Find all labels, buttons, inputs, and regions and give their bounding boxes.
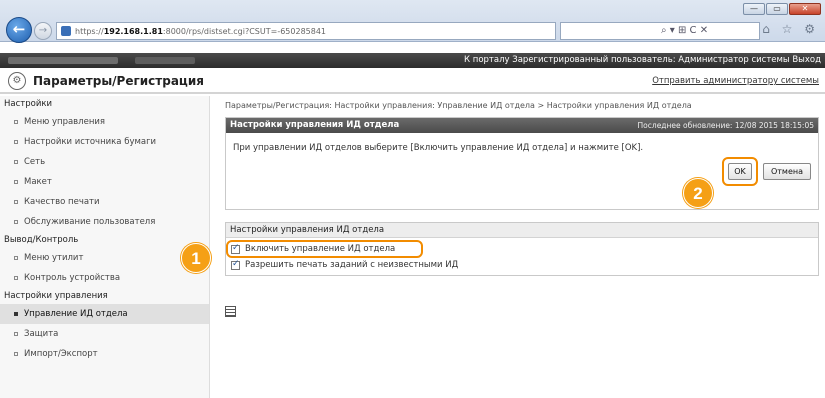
page-title: Параметры/Регистрация bbox=[33, 74, 204, 88]
redacted-device-name bbox=[8, 57, 118, 64]
minimize-button[interactable]: — bbox=[743, 3, 765, 15]
page-title-bar: ⚙ Параметры/Регистрация Отправить админи… bbox=[0, 68, 825, 94]
step-1-callout: 1 bbox=[181, 243, 211, 273]
enable-department-id-checkbox[interactable] bbox=[231, 243, 240, 254]
bullet-icon bbox=[14, 179, 18, 184]
bullet-icon bbox=[14, 199, 18, 204]
address-bar[interactable]: https:// 192.168.1.81 :8000/rps/distset.… bbox=[56, 22, 556, 40]
sidebar-item-layout[interactable]: Макет bbox=[0, 172, 209, 192]
sidebar-item-paper-source[interactable]: Настройки источника бумаги bbox=[0, 132, 209, 152]
window-controls: — ▭ ✕ bbox=[743, 3, 821, 15]
address-tools[interactable]: ⌕ ▾ ⊞ C ✕ bbox=[560, 22, 760, 40]
sidebar-item-import-export[interactable]: Импорт/Экспорт bbox=[0, 344, 209, 364]
forward-arrow-icon[interactable]: → bbox=[34, 22, 52, 40]
browser-chrome: — ▭ ✕ ← → https:// 192.168.1.81 :8000/rp… bbox=[0, 0, 825, 43]
breadcrumb[interactable]: Параметры/Регистрация: Настройки управле… bbox=[225, 101, 692, 110]
options-panel: Настройки управления ИД отдела Включить … bbox=[225, 222, 819, 276]
enable-department-id-option[interactable]: Включить управление ИД отдела bbox=[231, 243, 396, 254]
last-updated-text: Последнее обновление: 12/08 2015 18:15:0… bbox=[637, 121, 814, 130]
enable-department-id-label: Включить управление ИД отдела bbox=[245, 244, 396, 254]
sidebar-group-output: Вывод/Контроль bbox=[4, 235, 79, 245]
url-prefix: https:// bbox=[75, 26, 104, 36]
allow-unknown-id-label: Разрешить печать заданий с неизвестными … bbox=[245, 260, 459, 270]
bullet-icon bbox=[14, 255, 18, 260]
sidebar-item-print-quality[interactable]: Качество печати bbox=[0, 192, 209, 212]
send-to-admin-link[interactable]: Отправить администратору системы bbox=[652, 76, 819, 86]
header-bar: К порталу Зарегистрированный пользовател… bbox=[0, 53, 825, 68]
ok-button[interactable]: OK bbox=[728, 163, 752, 180]
bullet-icon bbox=[14, 351, 18, 356]
sidebar-item-utility-menu[interactable]: Меню утилит bbox=[0, 248, 209, 268]
settings-gear-icon: ⚙ bbox=[8, 72, 26, 90]
step-2-callout: 2 bbox=[683, 178, 713, 208]
sidebar-item-device-control[interactable]: Контроль устройства bbox=[0, 268, 209, 288]
bullet-icon bbox=[14, 119, 18, 124]
bullet-icon bbox=[14, 159, 18, 164]
panel-header: Настройки управления ИД отдела Последнее… bbox=[226, 118, 818, 133]
cancel-button[interactable]: Отмена bbox=[763, 163, 811, 180]
sidebar-item-security[interactable]: Защита bbox=[0, 324, 209, 344]
bullet-icon bbox=[14, 311, 18, 316]
settings-panel: Настройки управления ИД отдела Последнее… bbox=[225, 117, 819, 210]
browser-toolbar-icons[interactable]: ⌂ ☆ ⚙ bbox=[762, 22, 819, 36]
sidebar-item-department-id[interactable]: Управление ИД отдела bbox=[0, 304, 209, 324]
url-path: :8000/rps/distset.cgi?CSUT=-650285841 bbox=[162, 26, 327, 36]
maximize-button[interactable]: ▭ bbox=[766, 3, 788, 15]
sidebar-item-user-maintenance[interactable]: Обслуживание пользователя bbox=[0, 212, 209, 232]
sidebar-item-control-menu[interactable]: Меню управления bbox=[0, 112, 209, 132]
redacted-device-info bbox=[135, 57, 195, 64]
bullet-icon bbox=[14, 219, 18, 224]
bullet-icon bbox=[14, 331, 18, 336]
url-host: 192.168.1.81 bbox=[103, 26, 163, 36]
bullet-icon bbox=[14, 139, 18, 144]
sidebar-group-management: Настройки управления bbox=[4, 291, 108, 301]
allow-unknown-id-option[interactable]: Разрешить печать заданий с неизвестными … bbox=[231, 259, 459, 270]
back-arrow-icon[interactable]: ← bbox=[6, 17, 32, 43]
allow-unknown-id-checkbox[interactable] bbox=[231, 259, 240, 270]
sidebar-group-settings: Настройки bbox=[4, 99, 53, 109]
list-view-icon[interactable] bbox=[225, 306, 236, 317]
header-links[interactable]: К порталу Зарегистрированный пользовател… bbox=[464, 55, 821, 65]
instruction-text: При управлении ИД отделов выберите [Вклю… bbox=[233, 143, 644, 153]
options-panel-title: Настройки управления ИД отдела bbox=[226, 223, 818, 238]
panel-title: Настройки управления ИД отдела bbox=[230, 120, 400, 130]
site-favicon-icon bbox=[61, 26, 71, 36]
sidebar: Настройки Меню управления Настройки исто… bbox=[0, 96, 210, 398]
bullet-icon bbox=[14, 275, 18, 280]
close-window-button[interactable]: ✕ bbox=[789, 3, 821, 15]
sidebar-item-network[interactable]: Сеть bbox=[0, 152, 209, 172]
